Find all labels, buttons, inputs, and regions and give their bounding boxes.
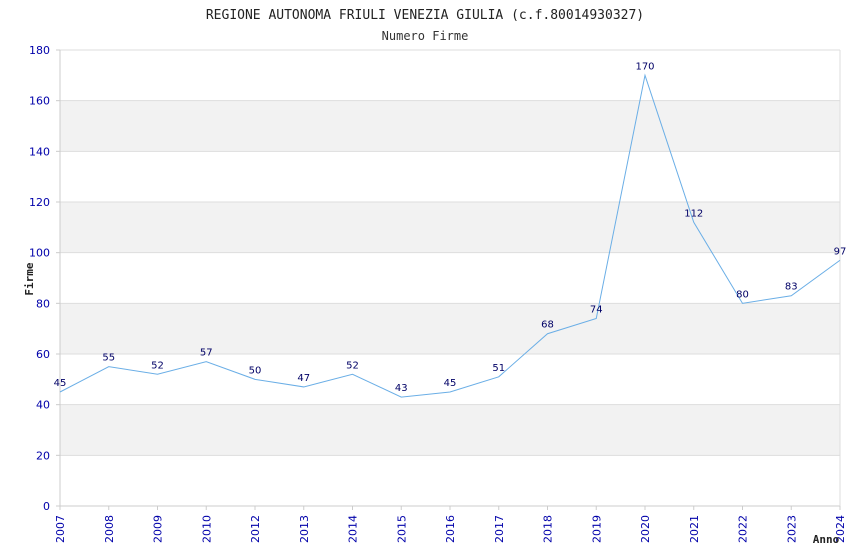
data-label: 170	[635, 61, 654, 72]
data-label: 57	[200, 348, 213, 359]
data-label: 112	[684, 208, 703, 219]
y-tick-label: 80	[36, 297, 50, 310]
data-label: 80	[736, 289, 749, 300]
y-tick-label: 160	[29, 95, 50, 108]
x-axis-label: Anno	[813, 533, 840, 546]
data-label: 50	[249, 365, 262, 376]
y-axis-label: Firme	[23, 262, 36, 295]
y-tick-label: 60	[36, 348, 50, 361]
x-tick-label: 2020	[639, 515, 652, 543]
x-axis-ticks: 2007 2008 2009 2010 2012 2013 2014 2015 2016 2017…	[54, 506, 847, 543]
y-tick-label: 100	[29, 247, 50, 260]
background-band	[60, 303, 840, 354]
chart-title: REGIONE AUTONOMA FRIULI VENEZIA GIULIA (…	[206, 8, 644, 23]
x-tick-label: 2008	[103, 515, 116, 543]
line-chart: REGIONE AUTONOMA FRIULI VENEZIA GIULIA (…	[23, 8, 847, 546]
chart-subtitle: Numero Firme	[382, 29, 469, 43]
data-label: 97	[834, 246, 847, 257]
x-tick-label: 2017	[493, 515, 506, 543]
data-label: 45	[444, 378, 457, 389]
x-tick-label: 2015	[395, 515, 408, 543]
y-tick-label: 120	[29, 196, 50, 209]
x-tick-label: 2010	[200, 515, 213, 543]
x-tick-label: 2009	[152, 515, 165, 543]
data-label: 43	[395, 383, 408, 394]
x-tick-label: 2007	[54, 515, 67, 543]
background-band	[60, 404, 840, 456]
data-label: 52	[346, 360, 359, 371]
data-label: 45	[54, 378, 67, 389]
data-label: 47	[297, 373, 310, 384]
x-tick-label: 2018	[542, 515, 555, 543]
x-tick-label: 2023	[785, 515, 798, 543]
data-label: 68	[541, 320, 554, 331]
background-bands	[60, 100, 840, 456]
y-tick-label: 20	[36, 449, 50, 462]
y-tick-label: 40	[36, 399, 50, 412]
background-band	[60, 202, 840, 253]
x-tick-label: 2019	[590, 515, 603, 543]
data-label: 52	[151, 360, 164, 371]
y-tick-label: 0	[43, 500, 50, 513]
y-tick-label: 140	[29, 145, 50, 158]
x-tick-label: 2021	[688, 515, 701, 543]
background-band	[60, 100, 840, 152]
x-tick-label: 2016	[444, 515, 457, 543]
data-label: 83	[785, 282, 798, 293]
data-label: 74	[590, 305, 603, 316]
x-tick-label: 2012	[249, 515, 262, 543]
x-tick-label: 2013	[298, 515, 311, 543]
x-tick-label: 2022	[737, 515, 750, 543]
data-label: 51	[492, 363, 505, 374]
y-tick-label: 180	[29, 44, 50, 57]
x-tick-label: 2014	[347, 515, 360, 543]
data-label: 55	[102, 353, 115, 364]
